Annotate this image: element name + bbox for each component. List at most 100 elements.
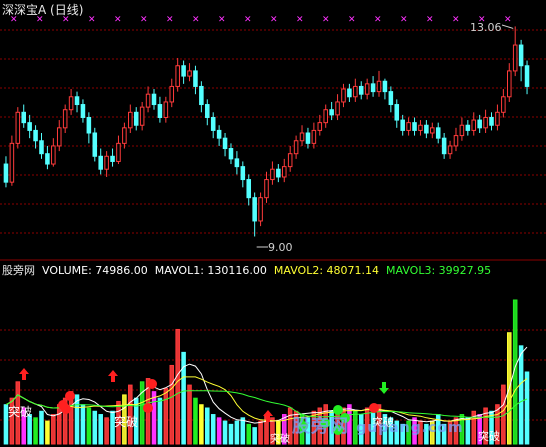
volume-bar [222,420,228,445]
top-signal-mark: ✕ [452,15,460,25]
candle-body [110,155,115,162]
candle-body [205,104,210,118]
candle-body [133,111,139,126]
volume-bar [175,328,180,445]
volume-bar [187,384,192,445]
candle-body [98,155,103,170]
candle-body [370,83,376,93]
candle-body [358,85,364,95]
volume-bar [234,420,240,445]
candle-body [418,124,423,131]
candle-body [199,85,204,106]
top-signal-mark: ✕ [374,15,382,25]
candle-body [74,96,80,106]
top-signal-mark: ✕ [166,15,174,25]
volume-bar [157,397,163,445]
candle-body [299,132,305,142]
candle-body [68,96,74,111]
candle-body [246,179,252,199]
high-price-label: 13.06 [470,21,502,34]
candle-body [33,129,38,142]
volume-bar [193,397,198,445]
candle-body [459,124,465,137]
candle-body [151,93,157,106]
volume-bar [86,407,92,445]
watermark-sub: gupang.com [356,420,464,436]
top-signal-mark: ✕ [296,15,304,25]
candle-body [163,101,169,118]
candle-body [477,119,482,129]
mavol1-value: MAVOL1: 130116.00 [154,264,267,277]
candle-body [181,65,186,77]
candle-body [264,179,269,199]
signal-red-dot [65,391,75,401]
volume-value: VOLUME: 74986.00 [42,264,148,277]
candle-body [483,116,488,129]
candle-body [193,70,198,87]
low-price-label: 9.00 [268,241,293,254]
candle-body [471,119,477,131]
candle-body [39,140,44,155]
candle-body [187,70,192,77]
watermark-main: 股旁网 [292,416,349,437]
candle-body [400,119,405,131]
volume-bar [169,364,175,445]
candle-body [228,148,234,160]
candle-body [9,142,15,183]
volume-bar [33,417,38,445]
candle-body [240,166,246,181]
volume-bar [465,417,471,445]
candle-body [222,137,228,150]
top-signal-mark: ✕ [88,15,96,25]
candle-body [145,93,151,108]
volume-bar [56,404,62,445]
volume-bar [258,420,263,445]
signal-red-dot [58,400,68,410]
candle-body [441,137,447,155]
high-pointer [501,24,514,29]
top-signal-mark: ✕ [244,15,252,25]
breakout-label-2: 突破 [114,415,139,429]
candle-body [293,140,299,155]
candle-body [27,122,32,131]
candle-body [424,124,429,134]
candle-body [317,122,323,131]
candle-body [512,44,518,72]
candle-body [15,111,21,144]
down-arrow-signal [379,382,389,394]
candle-body [51,145,56,165]
candle-body [270,168,275,181]
top-signal-mark: ✕ [270,15,278,25]
candle-body [175,65,180,87]
volume-bar [240,417,246,445]
candle-body [276,168,281,178]
up-arrow-signal [19,368,29,380]
price-annotations [256,24,514,248]
candle-body [157,104,163,118]
volume-bar [252,427,257,445]
volume-bar [524,371,530,445]
top-signal-mark: ✕ [192,15,200,25]
top-signal-mark: ✕ [322,15,330,25]
up-arrow-signal [108,370,118,382]
candle-body [258,197,263,222]
volume-panel-label: 股旁网 [2,264,35,277]
candle-body [524,65,530,87]
breakout-label-1: 突破 [8,405,33,419]
candle-body [323,109,328,124]
volume-bar [205,407,210,445]
candle-body [329,109,334,116]
candle-body [116,142,121,162]
top-signal-mark: ✕ [426,15,434,25]
candle-body [128,111,133,129]
chart-title: 深深宝A (日线) [2,3,84,17]
candle-body [252,197,257,222]
candle-body [495,111,500,126]
candle-body [353,85,358,98]
candle-body [56,127,62,147]
top-signal-mark: ✕ [400,15,408,25]
candle-body [21,111,27,124]
volume-bar [163,387,169,445]
volume-bar [45,420,50,445]
candlestick-series [3,26,530,237]
